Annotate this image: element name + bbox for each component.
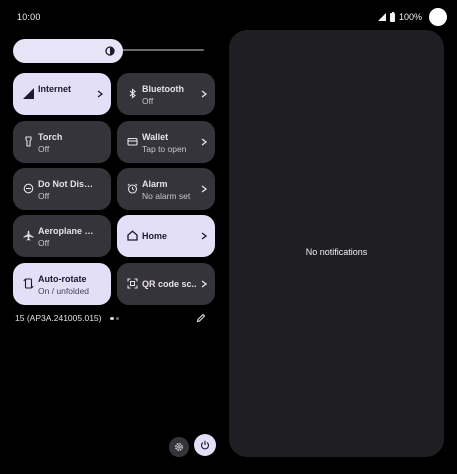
tile-title: Auto-rotate (38, 274, 87, 284)
build-number[interactable]: 15 (AP3A.241005.015) (15, 313, 101, 323)
tile-title: QR code sc.. (142, 279, 197, 289)
chevron-right-icon (201, 185, 207, 193)
status-bar: 10:00 100% (0, 0, 457, 34)
signal-icon (377, 13, 386, 21)
page-dot-active (110, 317, 114, 320)
page-indicator (110, 317, 119, 320)
wallet-icon (127, 136, 138, 147)
brightness-icon (105, 46, 115, 56)
tile-home[interactable]: Home (117, 215, 215, 257)
power-icon (200, 440, 210, 450)
settings-button[interactable] (169, 437, 189, 457)
tile-subtitle: Off (38, 144, 50, 154)
status-icons: 100% (377, 8, 447, 26)
chevron-right-icon (201, 90, 207, 98)
chevron-right-icon (201, 232, 207, 240)
tile-title: Torch (38, 132, 63, 142)
notification-panel: No notifications (229, 30, 444, 457)
tile-aeroplane-mode[interactable]: Aeroplane mo.. Off (13, 215, 111, 257)
airplane-icon (23, 230, 34, 241)
tile-alarm[interactable]: Alarm No alarm set (117, 168, 215, 210)
alarm-icon (127, 183, 138, 194)
rotate-icon (23, 278, 34, 289)
tile-qr-code-scanner[interactable]: QR code sc.. (117, 263, 215, 305)
battery-icon (389, 11, 395, 22)
page-dot (116, 317, 119, 320)
quick-settings-screen: 10:00 100% Internet Bluetooth Off Torch … (0, 0, 457, 474)
tile-torch[interactable]: Torch Off (13, 121, 111, 163)
tile-subtitle: On / unfolded (38, 286, 90, 296)
signal-icon (23, 88, 34, 99)
tile-subtitle: Off (38, 191, 50, 201)
tile-auto-rotate[interactable]: Auto-rotate On / unfolded (13, 263, 111, 305)
tile-subtitle: Off (38, 238, 50, 248)
tile-subtitle: Tap to open (142, 144, 187, 154)
no-notifications-text: No notifications (305, 247, 368, 257)
tile-title: Aeroplane mo.. (38, 226, 95, 236)
home-icon (127, 230, 138, 241)
tile-title: Home (142, 231, 168, 241)
battery-percentage: 100% (398, 12, 422, 22)
tile-title: Alarm (142, 179, 168, 189)
tile-title: Wallet (142, 132, 169, 142)
chevron-right-icon (97, 90, 103, 98)
bluetooth-icon (127, 88, 138, 99)
tile-subtitle: No alarm set (142, 191, 191, 201)
chevron-right-icon (201, 138, 207, 146)
tile-internet[interactable]: Internet (13, 73, 111, 115)
chevron-right-icon (201, 280, 207, 288)
tile-wallet[interactable]: Wallet Tap to open (117, 121, 215, 163)
tile-title: Do Not Disturb (38, 179, 95, 189)
qr-scan-icon (127, 278, 138, 289)
edit-pencil-icon[interactable] (196, 313, 206, 323)
user-avatar[interactable] (429, 8, 447, 26)
brightness-slider-track[interactable] (120, 49, 204, 51)
tile-subtitle: Off (142, 96, 154, 106)
tile-bluetooth[interactable]: Bluetooth Off (117, 73, 215, 115)
tile-do-not-disturb[interactable]: Do Not Disturb Off (13, 168, 111, 210)
brightness-slider[interactable] (13, 39, 123, 63)
gear-icon (175, 443, 183, 451)
clock: 10:00 (17, 12, 41, 22)
tile-title: Bluetooth (142, 84, 184, 94)
tile-title: Internet (38, 84, 72, 94)
dnd-icon (23, 183, 34, 194)
torch-icon (23, 136, 34, 147)
power-button[interactable] (194, 434, 216, 456)
